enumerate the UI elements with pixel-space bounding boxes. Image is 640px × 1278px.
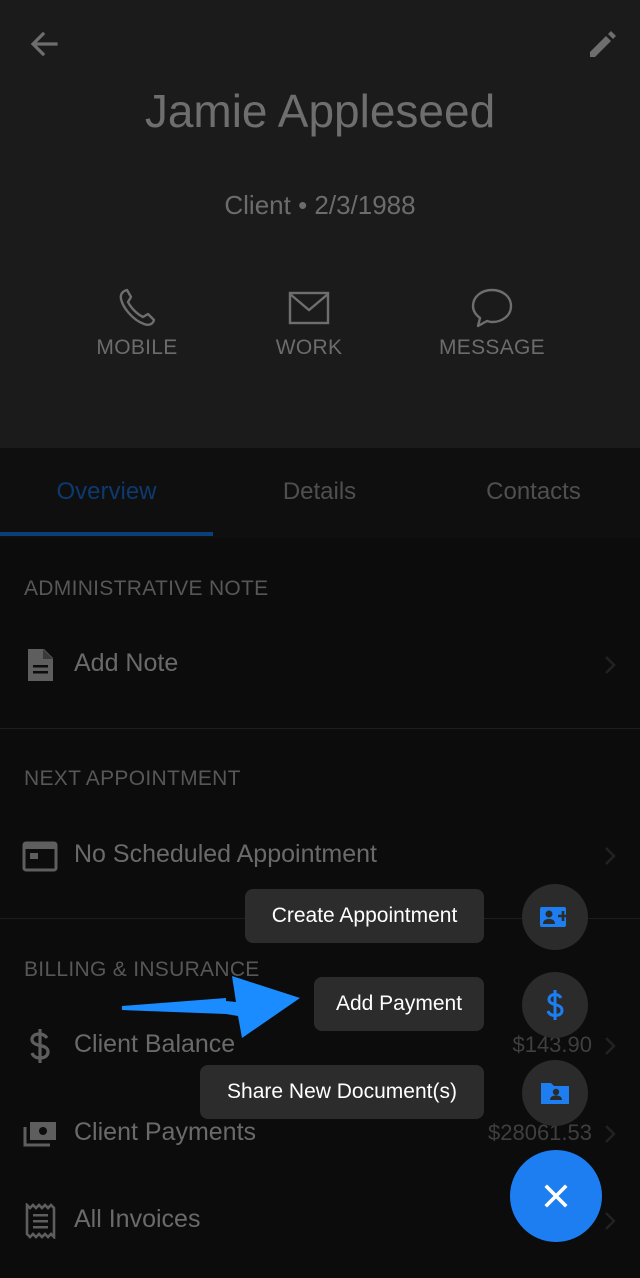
close-fab-button[interactable]: [510, 1150, 602, 1242]
next-appointment-row[interactable]: No Scheduled Appointment: [0, 826, 640, 886]
section-title-admin-note: ADMINISTRATIVE NOTE: [24, 577, 269, 600]
pointer-arrow-icon: [122, 976, 300, 1038]
mobile-label: MOBILE: [96, 336, 178, 359]
phone-icon: [119, 288, 156, 326]
message-label: MESSAGE: [439, 336, 545, 359]
contact-name: Jamie Appleseed: [144, 85, 496, 137]
chevron-right-icon: [605, 847, 616, 865]
section-title-next-appointment: NEXT APPOINTMENT: [24, 767, 241, 790]
payments-icon: [23, 1122, 56, 1147]
back-button[interactable]: [24, 24, 64, 64]
arrow-left-icon: [30, 31, 58, 57]
tab-contacts[interactable]: Contacts: [427, 478, 640, 506]
chevron-right-icon: [605, 1212, 616, 1230]
share-document-label[interactable]: Share New Document(s): [200, 1065, 484, 1119]
chevron-right-icon: [605, 656, 616, 674]
dollar-icon: [546, 990, 564, 1020]
contact-subtitle: Client • 2/3/1988: [224, 190, 416, 220]
all-invoices-label: All Invoices: [74, 1205, 201, 1233]
shared-folder-icon: [541, 1083, 569, 1104]
contact-add-icon: [540, 907, 568, 927]
send-message-button[interactable]: MESSAGE: [402, 284, 582, 360]
client-payments-label: Client Payments: [74, 1118, 257, 1146]
chat-bubble-icon: [471, 288, 513, 328]
work-label: WORK: [275, 336, 343, 359]
add-payment-label[interactable]: Add Payment: [314, 977, 484, 1031]
contact-header: Jamie Appleseed Client • 2/3/1988 MOBILE…: [0, 0, 640, 448]
add-payment-button[interactable]: [522, 972, 588, 1038]
section-divider: [0, 728, 640, 729]
call-mobile-button[interactable]: MOBILE: [47, 284, 227, 360]
create-appointment-label[interactable]: Create Appointment: [245, 889, 484, 943]
mail-icon: [288, 291, 330, 325]
tab-overview[interactable]: Overview: [0, 478, 213, 506]
share-document-button[interactable]: [522, 1060, 588, 1126]
receipt-icon: [25, 1203, 56, 1239]
tab-details[interactable]: Details: [213, 478, 426, 506]
client-payments-amount: $28061.53: [488, 1120, 592, 1145]
add-note-label: Add Note: [74, 649, 179, 677]
document-icon: [28, 649, 53, 681]
tab-bar: Overview Details Contacts: [0, 448, 640, 538]
create-appointment-button[interactable]: [522, 884, 588, 950]
chevron-right-icon: [605, 1037, 616, 1055]
dollar-icon: [30, 1029, 50, 1063]
close-icon: [544, 1184, 568, 1208]
edit-button[interactable]: [582, 24, 622, 64]
calendar-icon: [22, 841, 58, 872]
no-appointment-label: No Scheduled Appointment: [74, 840, 377, 868]
chevron-right-icon: [605, 1125, 616, 1143]
active-tab-indicator: [0, 532, 213, 536]
email-work-button[interactable]: WORK: [219, 284, 399, 360]
pencil-icon: [590, 31, 616, 57]
add-note-row[interactable]: Add Note: [0, 635, 640, 695]
